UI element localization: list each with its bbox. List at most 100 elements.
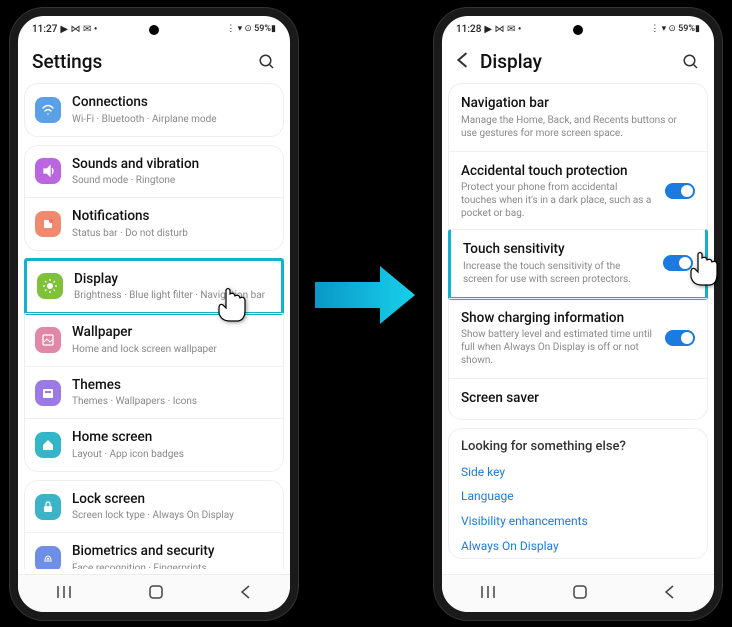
display-list: Navigation barManage the Home, Back, and… [442, 83, 714, 569]
nav-recents[interactable] [56, 585, 72, 603]
row-subtitle: Status bar · Do not disturb [72, 227, 273, 240]
row-text: NotificationsStatus bar · Do not disturb [72, 208, 273, 240]
nav-home[interactable] [149, 585, 163, 603]
row-text: WallpaperHome and lock screen wallpaper [72, 324, 273, 356]
lock-icon [35, 494, 61, 520]
row-text: Lock screenScreen lock type · Always On … [72, 491, 273, 523]
row-title: Sounds and vibration [72, 156, 273, 174]
settings-row-wallpaper[interactable]: WallpaperHome and lock screen wallpaper [25, 313, 283, 366]
row-title: Wallpaper [72, 324, 273, 342]
row-title: Touch sensitivity [463, 241, 652, 259]
row-subtitle: Manage the Home, Back, and Recents butto… [461, 114, 695, 140]
phone-left: 11:27 ▶ ⋈ ✉ • ⋮ ▾ ⊙ 59%▮ Settings Connec… [10, 8, 298, 620]
row-text: ConnectionsWi-Fi · Bluetooth · Airplane … [72, 94, 273, 126]
nav-back[interactable] [664, 585, 676, 603]
row-text: Navigation barManage the Home, Back, and… [461, 95, 695, 140]
link-visibility-enhancements[interactable]: Visibility enhancements [449, 510, 707, 534]
row-subtitle: Home and lock screen wallpaper [72, 343, 273, 356]
row-subtitle: Layout · App icon badges [72, 448, 273, 461]
settings-row-lock-screen[interactable]: Lock screenScreen lock type · Always On … [25, 481, 283, 533]
settings-row-display[interactable]: DisplayBrightness · Blue light filter · … [24, 258, 284, 316]
row-subtitle: Screen lock type · Always On Display [72, 509, 273, 522]
row-text: Screen saver [461, 390, 695, 408]
tutorial-arrow [310, 260, 420, 330]
back-icon[interactable] [456, 50, 470, 73]
settings-row-connections[interactable]: ConnectionsWi-Fi · Bluetooth · Airplane … [25, 84, 283, 136]
row-title: Connections [72, 94, 273, 112]
row-subtitle: Wi-Fi · Bluetooth · Airplane mode [72, 113, 273, 126]
link-language[interactable]: Language [449, 485, 707, 509]
row-title: Screen saver [461, 390, 695, 408]
display-header: Display [442, 42, 714, 83]
camera-cutout [149, 25, 159, 35]
row-subtitle: Increase the touch sensitivity of the sc… [463, 260, 652, 286]
nav-bar [442, 574, 714, 612]
nav-recents[interactable] [480, 585, 496, 603]
themes-icon [35, 380, 61, 406]
display-row-show-charging-information[interactable]: Show charging informationShow battery le… [449, 298, 707, 379]
status-right: ⋮ ▾ ⊙ 59%▮ [650, 24, 700, 34]
home-icon [35, 432, 61, 458]
row-subtitle: Sound mode · Ringtone [72, 174, 273, 187]
row-text: Touch sensitivityIncrease the touch sens… [463, 241, 652, 286]
row-text: Show charging informationShow battery le… [461, 310, 654, 368]
settings-row-home-screen[interactable]: Home screenLayout · App icon badges [25, 418, 283, 471]
row-text: Biometrics and securityFace recognition … [72, 543, 273, 569]
row-subtitle: Show battery level and estimated time un… [461, 328, 654, 367]
row-subtitle: Face recognition · Fingerprints [72, 562, 273, 569]
toggle-switch[interactable] [663, 255, 693, 271]
display-row-navigation-bar[interactable]: Navigation barManage the Home, Back, and… [449, 84, 707, 151]
row-text: ThemesThemes · Wallpapers · Icons [72, 377, 273, 409]
wallpaper-icon [35, 327, 61, 353]
camera-cutout [573, 25, 583, 35]
phone-right: 11:28 ▶ ⋈ ✉ • ⋮ ▾ ⊙ 59%▮ Display Navigat… [434, 8, 722, 620]
page-title: Settings [32, 50, 258, 73]
status-app-icons: ▶ ⋈ ✉ • [484, 24, 521, 35]
row-text: DisplayBrightness · Blue light filter · … [74, 271, 271, 303]
nav-home[interactable] [573, 585, 587, 603]
biometrics-icon [35, 546, 61, 569]
row-title: Accidental touch protection [461, 163, 654, 181]
row-subtitle: Protect your phone from accidental touch… [461, 181, 654, 220]
link-always-on-display[interactable]: Always On Display [449, 535, 707, 559]
status-app-icons: ▶ ⋈ ✉ • [60, 24, 97, 35]
display-row-accidental-touch-protection[interactable]: Accidental touch protectionProtect your … [449, 151, 707, 232]
wifi-icon [35, 97, 61, 123]
row-subtitle: Themes · Wallpapers · Icons [72, 395, 273, 408]
toggle-switch[interactable] [665, 330, 695, 346]
row-text: Accidental touch protectionProtect your … [461, 163, 654, 221]
status-time: 11:28 [456, 24, 481, 35]
settings-row-biometrics-and-security[interactable]: Biometrics and securityFace recognition … [25, 532, 283, 569]
row-title: Themes [72, 377, 273, 395]
row-text: Home screenLayout · App icon badges [72, 429, 273, 461]
notif-icon [35, 211, 61, 237]
row-text: Sounds and vibrationSound mode · Rington… [72, 156, 273, 188]
row-title: Display [74, 271, 271, 289]
row-title: Notifications [72, 208, 273, 226]
settings-row-themes[interactable]: ThemesThemes · Wallpapers · Icons [25, 366, 283, 419]
row-title: Lock screen [72, 491, 273, 509]
settings-header: Settings [18, 42, 290, 83]
settings-row-notifications[interactable]: NotificationsStatus bar · Do not disturb [25, 197, 283, 250]
more-label: Looking for something else? [449, 429, 707, 460]
link-side-key[interactable]: Side key [449, 461, 707, 485]
status-right: ⋮ ▾ ⊙ 59%▮ [226, 24, 276, 34]
settings-row-sounds-and-vibration[interactable]: Sounds and vibrationSound mode · Rington… [25, 146, 283, 198]
search-icon[interactable] [682, 53, 700, 71]
settings-list: ConnectionsWi-Fi · Bluetooth · Airplane … [18, 83, 290, 569]
status-time: 11:27 [32, 24, 57, 35]
sound-icon [35, 158, 61, 184]
row-title: Biometrics and security [72, 543, 273, 561]
row-title: Navigation bar [461, 95, 695, 113]
nav-bar [18, 574, 290, 612]
display-row-screen-saver[interactable]: Screen saver [449, 378, 707, 419]
display-icon [37, 273, 63, 299]
nav-back[interactable] [240, 585, 252, 603]
display-row-touch-sensitivity[interactable]: Touch sensitivityIncrease the touch sens… [448, 229, 708, 300]
toggle-switch[interactable] [665, 183, 695, 199]
row-title: Home screen [72, 429, 273, 447]
search-icon[interactable] [258, 53, 276, 71]
page-title: Display [480, 50, 682, 73]
row-subtitle: Brightness · Blue light filter · Navigat… [74, 289, 271, 302]
row-title: Show charging information [461, 310, 654, 328]
